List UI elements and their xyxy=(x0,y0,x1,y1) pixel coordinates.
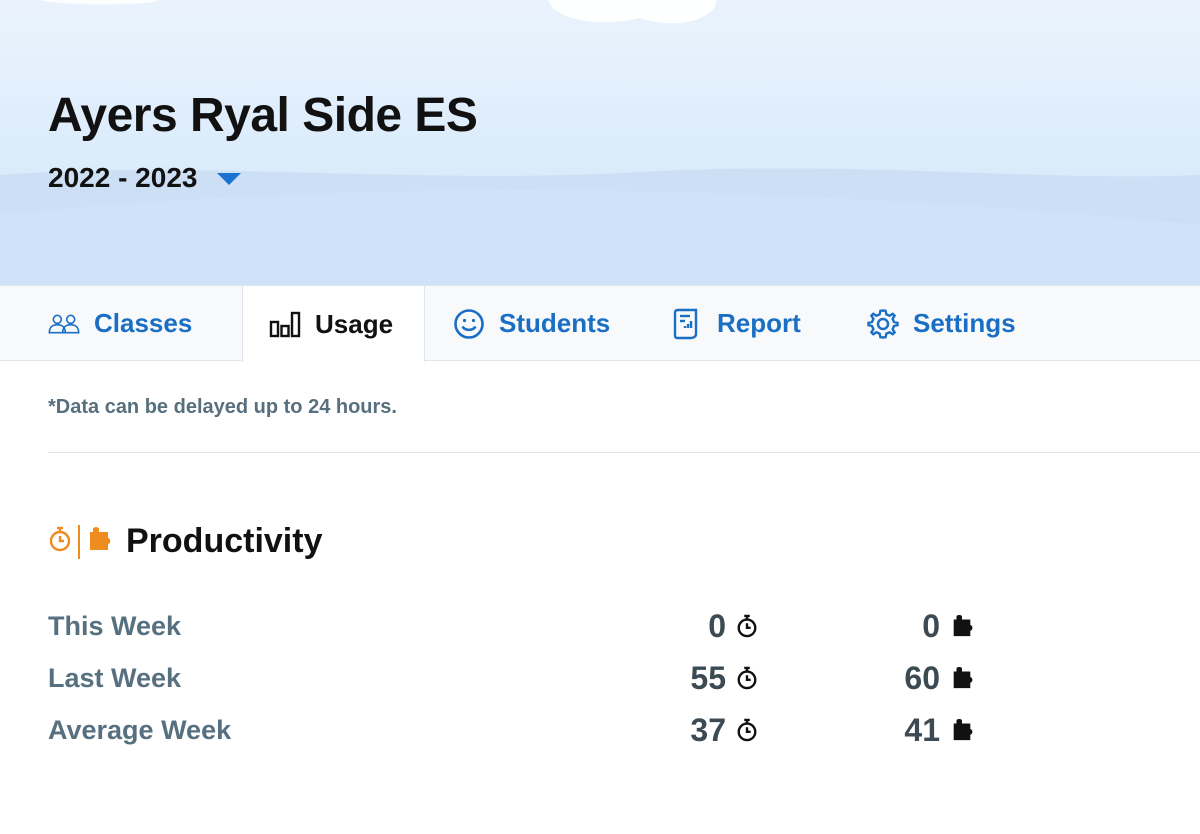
time-number: 0 xyxy=(708,607,726,644)
stats-row-average-week: Average Week 37 41 xyxy=(48,704,1008,756)
puzzle-value: 0 xyxy=(922,608,974,645)
stopwatch-icon xyxy=(737,666,757,690)
tab-classes-label: Classes xyxy=(94,308,193,338)
tab-report[interactable]: Report xyxy=(661,286,855,361)
stopwatch-icon xyxy=(737,614,757,638)
puzzle-icon xyxy=(86,526,112,557)
divider xyxy=(48,452,1200,453)
puzzle-number: 41 xyxy=(904,711,940,748)
productivity-icons xyxy=(48,524,112,559)
tab-usage-label: Usage xyxy=(315,308,394,339)
people-icon xyxy=(48,308,80,340)
smiley-icon xyxy=(453,308,485,340)
stats-row-last-week: Last Week 55 60 xyxy=(48,652,1008,704)
time-value: 55 xyxy=(690,660,758,697)
puzzle-number: 60 xyxy=(904,659,940,696)
puzzle-number: 0 xyxy=(922,607,940,644)
time-number: 55 xyxy=(690,659,726,696)
time-value: 37 xyxy=(690,712,758,749)
stopwatch-icon xyxy=(737,718,757,742)
stats-row-this-week: This Week 0 0 xyxy=(48,600,1008,652)
gear-icon xyxy=(867,308,899,340)
school-title: Ayers Ryal Side ES xyxy=(48,89,478,142)
tab-students[interactable]: Students xyxy=(425,286,661,361)
tab-bar: Classes Usage Students Report Settings xyxy=(0,285,1200,362)
row-label: Average Week xyxy=(48,714,232,745)
school-year-dropdown[interactable]: 2022 - 2023 xyxy=(48,162,242,194)
data-delay-note: *Data can be delayed up to 24 hours. xyxy=(48,396,397,418)
caret-down-icon xyxy=(217,173,242,185)
time-value: 0 xyxy=(708,608,758,645)
stopwatch-icon xyxy=(48,526,72,557)
tab-students-label: Students xyxy=(499,308,611,338)
header-banner: Ayers Ryal Side ES 2022 - 2023 xyxy=(0,0,1200,285)
icon-separator xyxy=(78,524,80,559)
tab-report-label: Report xyxy=(717,308,801,338)
productivity-table: This Week 0 0 Last Week 55 60 Average We… xyxy=(48,600,1008,756)
tab-usage[interactable]: Usage xyxy=(242,286,425,362)
tab-settings-label: Settings xyxy=(913,308,1016,338)
row-label: This Week xyxy=(48,610,182,641)
puzzle-value: 60 xyxy=(904,660,974,697)
puzzle-value: 41 xyxy=(904,712,974,749)
school-year-label: 2022 - 2023 xyxy=(48,162,198,193)
productivity-header: Productivity xyxy=(48,522,322,561)
time-number: 37 xyxy=(690,711,726,748)
productivity-title: Productivity xyxy=(126,522,323,560)
puzzle-icon xyxy=(953,615,973,637)
row-label: Last Week xyxy=(48,662,182,693)
report-icon xyxy=(671,308,703,340)
puzzle-icon xyxy=(953,667,973,689)
bar-chart-icon xyxy=(269,308,301,340)
tab-settings[interactable]: Settings xyxy=(855,286,1052,361)
tab-classes[interactable]: Classes xyxy=(0,286,242,361)
puzzle-icon xyxy=(953,719,973,741)
